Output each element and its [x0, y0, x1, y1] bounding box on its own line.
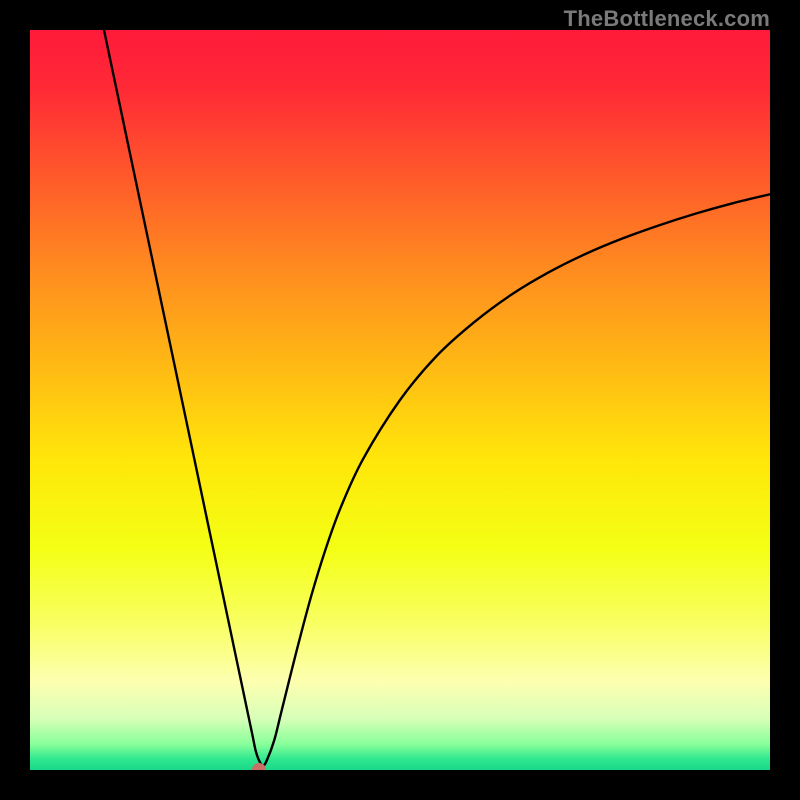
plot-area [30, 30, 770, 770]
watermark-text: TheBottleneck.com [564, 6, 770, 32]
bottleneck-curve [30, 30, 770, 770]
bottleneck-point-marker [252, 763, 266, 770]
chart-frame: TheBottleneck.com [0, 0, 800, 800]
